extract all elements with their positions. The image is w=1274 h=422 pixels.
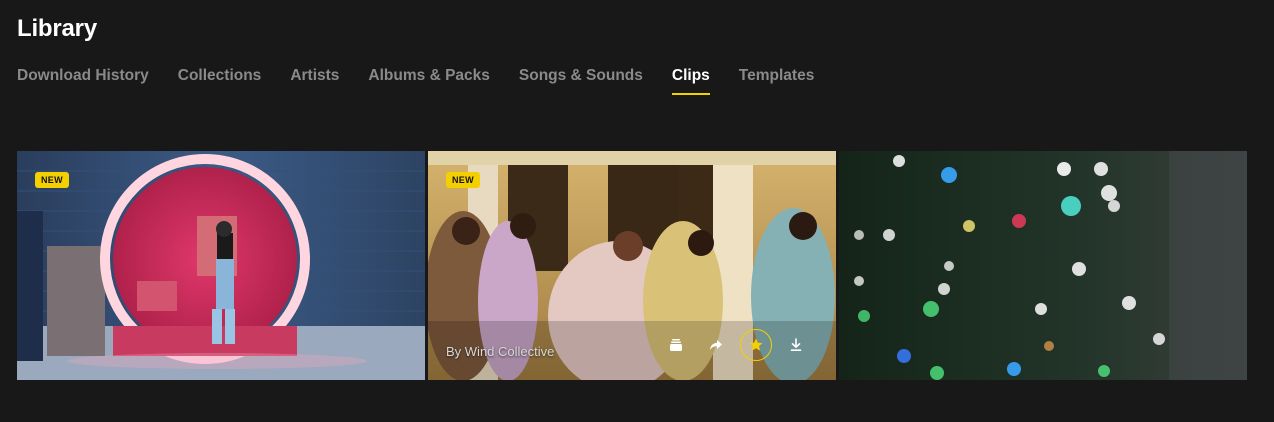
clip-card[interactable]	[839, 151, 1247, 380]
collection-icon	[670, 339, 682, 351]
clip-byline: By Wind Collective	[446, 344, 555, 359]
favorite-star-icon	[749, 338, 763, 351]
tab-download-history[interactable]: Download History	[17, 67, 149, 95]
download-icon	[790, 338, 802, 351]
collection-button[interactable]	[660, 329, 692, 361]
share-icon	[710, 340, 722, 350]
clip-thumbnail	[839, 151, 1247, 380]
tab-songs-sounds[interactable]: Songs & Sounds	[519, 67, 643, 95]
favorite-button[interactable]	[740, 329, 772, 361]
clips-grid: NEW NEW By Wind Collective	[17, 151, 1247, 380]
clip-card[interactable]: NEW By Wind Collective	[428, 151, 836, 380]
clip-thumbnail	[17, 151, 425, 380]
download-button[interactable]	[780, 329, 812, 361]
tab-albums-packs[interactable]: Albums & Packs	[368, 67, 489, 95]
page-title: Library	[17, 15, 97, 42]
tab-collections[interactable]: Collections	[178, 67, 262, 95]
library-tabs: Download History Collections Artists Alb…	[17, 67, 843, 95]
tab-clips[interactable]: Clips	[671, 67, 710, 95]
share-button[interactable]	[700, 329, 732, 361]
tab-templates[interactable]: Templates	[739, 67, 815, 95]
clip-card[interactable]: NEW	[17, 151, 425, 380]
new-badge: NEW	[35, 172, 69, 188]
new-badge: NEW	[446, 172, 480, 188]
clip-actions	[660, 329, 812, 361]
tab-artists[interactable]: Artists	[290, 67, 339, 95]
